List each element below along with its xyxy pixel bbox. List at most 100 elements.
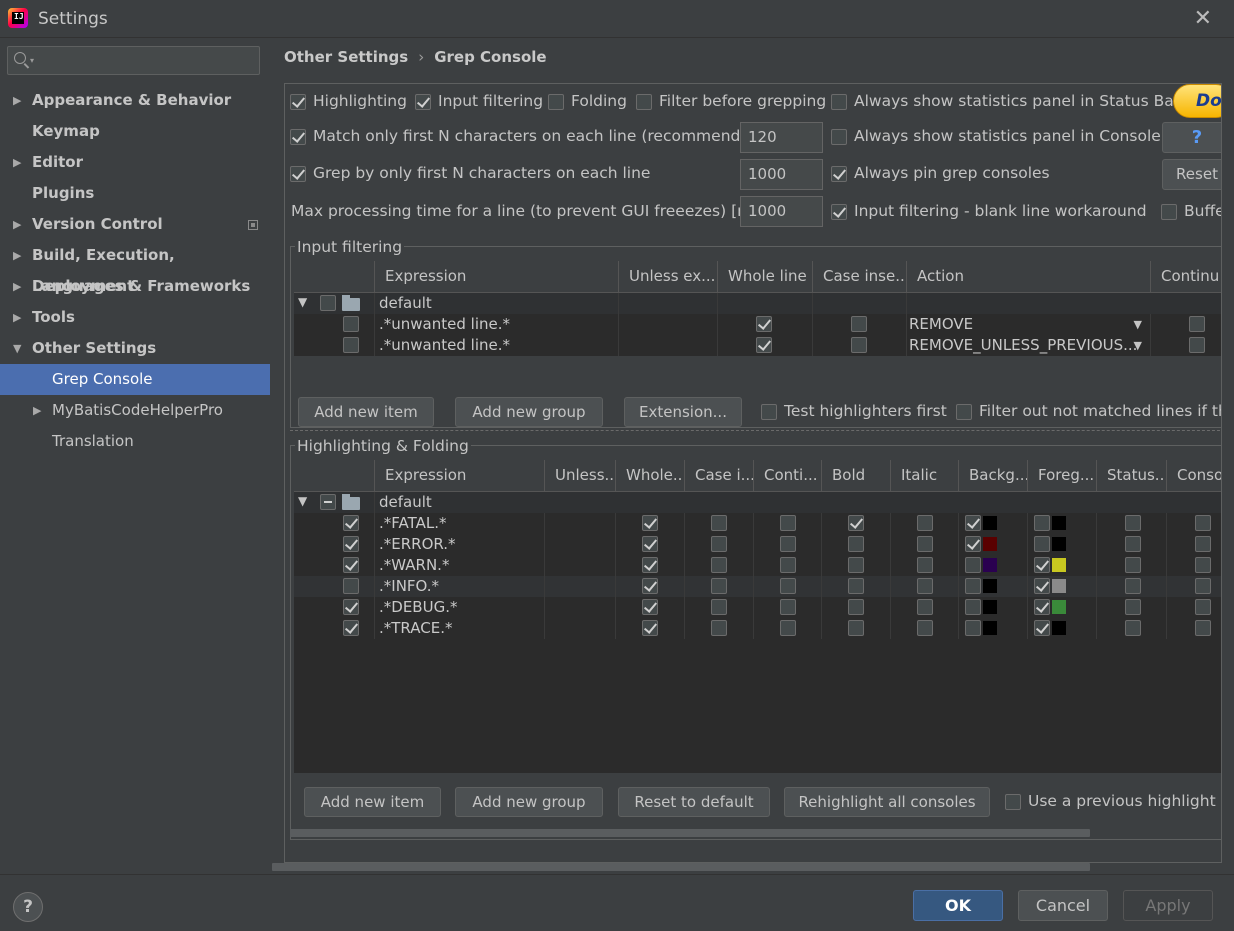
- bold-cell[interactable]: [821, 555, 890, 576]
- always-show-stats-status-checkbox[interactable]: Always show statistics panel in Status B…: [831, 92, 1180, 110]
- add-new-item-button[interactable]: Add new item: [298, 397, 434, 427]
- column-header[interactable]: Status...: [1096, 460, 1166, 492]
- foreground-color-cell[interactable]: [1027, 618, 1096, 639]
- add-new-group-button[interactable]: Add new group: [455, 787, 603, 817]
- status-bar-cell[interactable]: [1096, 597, 1166, 618]
- background-color-cell[interactable]: [958, 597, 1027, 618]
- color-swatch[interactable]: [983, 558, 997, 572]
- checkbox[interactable]: [780, 620, 796, 636]
- checkbox[interactable]: [1125, 620, 1141, 636]
- expand-arrow-icon[interactable]: ▶: [13, 240, 21, 271]
- checkbox[interactable]: [780, 515, 796, 531]
- color-swatch[interactable]: [983, 579, 997, 593]
- checkbox[interactable]: [965, 620, 981, 636]
- expression-cell[interactable]: .*FATAL.*: [374, 513, 544, 534]
- expression-cell[interactable]: .*unwanted line.*: [374, 314, 618, 335]
- unless-cell[interactable]: [544, 534, 615, 555]
- color-swatch[interactable]: [1052, 516, 1066, 530]
- checkbox[interactable]: [848, 557, 864, 573]
- row-enabled-checkbox[interactable]: [343, 599, 359, 615]
- checkbox[interactable]: [642, 536, 658, 552]
- buffer-checkbox[interactable]: Buffe: [1161, 202, 1221, 220]
- table-row[interactable]: .*unwanted line.* REMOVE ▼: [294, 314, 1221, 335]
- table-row[interactable]: ▼ default: [294, 293, 1221, 314]
- checkbox[interactable]: [965, 557, 981, 573]
- console-cell[interactable]: [1166, 576, 1221, 597]
- match-first-n-checkbox[interactable]: Match only first N characters on each li…: [290, 127, 766, 145]
- row-enabled-checkbox[interactable]: [343, 557, 359, 573]
- group-checkbox[interactable]: [320, 494, 336, 510]
- unless-cell[interactable]: [544, 576, 615, 597]
- column-header[interactable]: Unless ex...: [618, 261, 717, 293]
- whole-line-cell[interactable]: [717, 314, 812, 335]
- checkbox[interactable]: [642, 620, 658, 636]
- checkbox[interactable]: [642, 599, 658, 615]
- whole-line-cell[interactable]: [615, 618, 684, 639]
- continue-cell[interactable]: [1150, 314, 1221, 335]
- italic-cell[interactable]: [890, 618, 958, 639]
- checkbox[interactable]: [917, 536, 933, 552]
- table-row[interactable]: .*INFO.*: [294, 576, 1221, 597]
- unless-cell[interactable]: [544, 618, 615, 639]
- italic-cell[interactable]: [890, 576, 958, 597]
- foreground-color-cell[interactable]: [1027, 597, 1096, 618]
- group-checkbox[interactable]: [320, 295, 336, 311]
- sidebar-item-version-control[interactable]: ▶ Version Control: [0, 209, 270, 240]
- checkbox[interactable]: [1125, 536, 1141, 552]
- action-dropdown[interactable]: REMOVE_UNLESS_PREVIOUS... ▼: [906, 335, 1150, 356]
- checkbox[interactable]: [711, 578, 727, 594]
- checkbox[interactable]: [1125, 557, 1141, 573]
- italic-cell[interactable]: [890, 534, 958, 555]
- checkbox[interactable]: [848, 515, 864, 531]
- italic-cell[interactable]: [890, 513, 958, 534]
- expand-arrow-icon[interactable]: ▶: [13, 271, 21, 302]
- checkbox[interactable]: [1195, 620, 1211, 636]
- checkbox[interactable]: [1161, 203, 1177, 220]
- checkbox[interactable]: [831, 93, 847, 110]
- status-bar-cell[interactable]: [1096, 618, 1166, 639]
- test-highlighters-checkbox[interactable]: Test highlighters first: [761, 402, 947, 420]
- bold-cell[interactable]: [821, 576, 890, 597]
- extension-button[interactable]: Extension...: [624, 397, 742, 427]
- checkbox[interactable]: [548, 93, 564, 110]
- checkbox[interactable]: [780, 599, 796, 615]
- column-header[interactable]: Expression: [374, 460, 544, 492]
- checkbox[interactable]: [1005, 793, 1021, 810]
- use-previous-highlight-checkbox[interactable]: Use a previous highlight if: [1005, 792, 1221, 810]
- outer-horizontal-scrollbar[interactable]: [272, 863, 1090, 871]
- row-enabled-checkbox[interactable]: [343, 536, 359, 552]
- highlighting-checkbox[interactable]: Highlighting: [290, 92, 407, 110]
- checkbox[interactable]: [1034, 620, 1050, 636]
- checkbox[interactable]: [711, 599, 727, 615]
- whole-line-cell[interactable]: [615, 513, 684, 534]
- unless-cell[interactable]: [544, 597, 615, 618]
- sidebar-item-mybatis[interactable]: ▶ MyBatisCodeHelperPro: [0, 395, 270, 426]
- checkbox[interactable]: [1195, 578, 1211, 594]
- collapse-arrow-icon[interactable]: ▼: [13, 333, 21, 364]
- case-insensitive-cell[interactable]: [812, 314, 906, 335]
- column-header[interactable]: Bold: [821, 460, 890, 492]
- bold-cell[interactable]: [821, 513, 890, 534]
- background-color-cell[interactable]: [958, 534, 1027, 555]
- sidebar-item-keymap[interactable]: Keymap: [0, 116, 270, 147]
- splitter-handle[interactable]: [290, 430, 1221, 432]
- checkbox[interactable]: [965, 536, 981, 552]
- console-cell[interactable]: [1166, 513, 1221, 534]
- checkbox[interactable]: [1125, 578, 1141, 594]
- cancel-button[interactable]: Cancel: [1018, 890, 1108, 921]
- table-row[interactable]: .*FATAL.*: [294, 513, 1221, 534]
- donate-button[interactable]: Do: [1173, 84, 1221, 118]
- column-header[interactable]: Action: [906, 261, 1150, 293]
- checkbox[interactable]: [917, 578, 933, 594]
- checkbox[interactable]: [415, 93, 431, 110]
- checkbox[interactable]: [1195, 515, 1211, 531]
- checkbox[interactable]: [831, 203, 847, 220]
- expand-arrow-icon[interactable]: ▶: [13, 147, 21, 178]
- case-cell[interactable]: [684, 576, 753, 597]
- unless-cell[interactable]: [618, 314, 717, 335]
- expression-cell[interactable]: .*WARN.*: [374, 555, 544, 576]
- whole-line-cell[interactable]: [615, 576, 684, 597]
- blank-line-workaround-checkbox[interactable]: Input filtering - blank line workaround: [831, 202, 1147, 220]
- checkbox[interactable]: [780, 536, 796, 552]
- checkbox[interactable]: [761, 403, 777, 420]
